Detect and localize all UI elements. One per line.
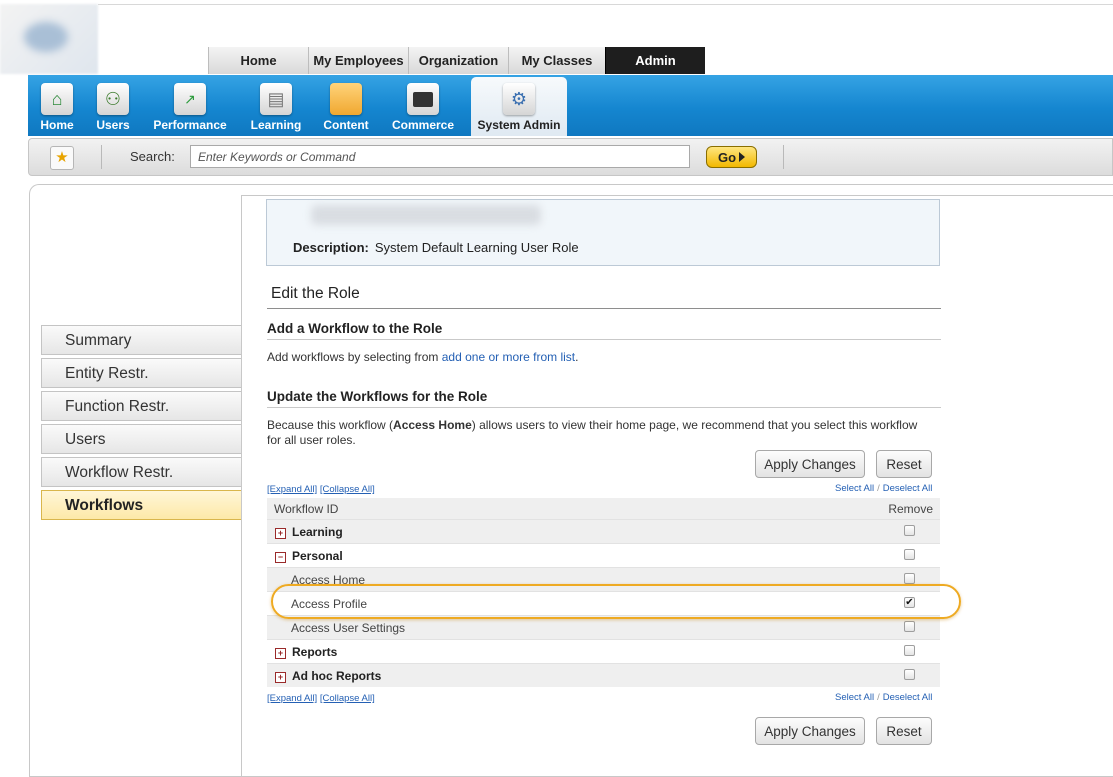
deselect-all-link[interactable]: Deselect All: [883, 483, 933, 494]
top-tabs: Home My Employees Organization My Classe…: [208, 47, 705, 74]
module-users[interactable]: ⚇ Users: [92, 75, 134, 136]
tab-my-employees[interactable]: My Employees: [308, 47, 408, 74]
remove-checkbox[interactable]: [904, 621, 915, 632]
performance-chart-icon: ↗: [174, 83, 206, 115]
select-all-link[interactable]: Select All: [835, 483, 874, 494]
search-input[interactable]: [190, 145, 690, 168]
apply-changes-button-top[interactable]: Apply Changes: [755, 450, 865, 478]
role-info-box: Description: System Default Learning User…: [266, 199, 940, 266]
module-home[interactable]: ⌂ Home: [36, 75, 78, 136]
collapse-all-link[interactable]: [Collapse All]: [320, 693, 375, 704]
add-workflow-heading: Add a Workflow to the Role: [267, 321, 443, 336]
recommendation-note: Because this workflow (Access Home) allo…: [267, 418, 918, 447]
remove-checkbox[interactable]: [904, 669, 915, 680]
sidebar-item-summary[interactable]: Summary: [41, 325, 241, 355]
highlight-annotation: [271, 584, 961, 619]
collapse-minus-icon[interactable]: −: [275, 552, 286, 563]
expand-plus-icon[interactable]: +: [275, 528, 286, 539]
module-commerce[interactable]: Commerce: [388, 75, 458, 136]
apply-changes-button-bottom[interactable]: Apply Changes: [755, 717, 865, 745]
company-logo: [0, 4, 98, 74]
select-links-top: Select All / Deselect All: [835, 483, 933, 494]
remove-checkbox[interactable]: [904, 645, 915, 656]
remove-checkbox[interactable]: [904, 525, 915, 536]
reset-button-bottom[interactable]: Reset: [876, 717, 932, 745]
tab-my-classes[interactable]: My Classes: [508, 47, 605, 74]
sidebar-item-users[interactable]: Users: [41, 424, 241, 454]
table-row: + Ad hoc Reports: [267, 663, 940, 687]
add-from-list-link[interactable]: add one or more from list: [442, 350, 575, 364]
module-system-admin[interactable]: ⚙ System Admin: [471, 77, 567, 136]
sidebar-item-workflows[interactable]: Workflows: [41, 490, 269, 520]
folder-icon: [330, 83, 362, 115]
module-performance[interactable]: ↗ Performance: [150, 75, 230, 136]
sidebar-item-entity-restr[interactable]: Entity Restr.: [41, 358, 241, 388]
col-remove: Remove: [888, 502, 933, 516]
document-icon: ▤: [260, 83, 292, 115]
table-row: + Reports: [267, 639, 940, 663]
module-icon-bar: ⌂ Home ⚇ Users ↗ Performance ▤ Learning …: [28, 75, 1113, 136]
remove-checkbox[interactable]: [904, 573, 915, 584]
add-workflow-text: Add workflows by selecting from add one …: [267, 350, 579, 364]
select-all-link[interactable]: Select All: [835, 692, 874, 703]
module-learning[interactable]: ▤ Learning: [247, 75, 305, 136]
collapse-all-link[interactable]: [Collapse All]: [320, 484, 375, 495]
expand-plus-icon[interactable]: +: [275, 648, 286, 659]
table-row: + Learning: [267, 519, 940, 543]
search-toolbar: ★ Search: Go: [28, 138, 1113, 176]
table-header: Workflow ID Remove: [267, 498, 940, 519]
expand-all-link[interactable]: [Expand All]: [267, 693, 317, 704]
system-admin-icon: ⚙: [503, 83, 535, 115]
remove-checkbox[interactable]: [904, 549, 915, 560]
home-icon: ⌂: [41, 83, 73, 115]
tab-organization[interactable]: Organization: [408, 47, 508, 74]
module-content[interactable]: Content: [320, 75, 372, 136]
role-sidebar: Summary Entity Restr. Function Restr. Us…: [41, 325, 269, 523]
expand-all-link[interactable]: [Expand All]: [267, 484, 317, 495]
favorite-star-icon[interactable]: ★: [50, 146, 74, 170]
table-row: − Personal: [267, 543, 940, 567]
redacted-role-name: [311, 205, 541, 225]
tab-admin[interactable]: Admin: [605, 47, 705, 74]
tab-home[interactable]: Home: [208, 47, 308, 74]
update-workflows-heading: Update the Workflows for the Role: [267, 389, 488, 404]
go-button[interactable]: Go: [706, 146, 757, 168]
briefcase-icon: [407, 83, 439, 115]
sidebar-item-function-restr[interactable]: Function Restr.: [41, 391, 241, 421]
expand-collapse-links-top: [Expand All] [Collapse All]: [267, 484, 375, 495]
sidebar-item-workflow-restr[interactable]: Workflow Restr.: [41, 457, 241, 487]
expand-collapse-links-bottom: [Expand All] [Collapse All]: [267, 693, 375, 704]
col-workflow-id: Workflow ID: [274, 502, 339, 516]
play-arrow-icon: [739, 152, 746, 162]
users-icon: ⚇: [97, 83, 129, 115]
role-description: Description: System Default Learning User…: [293, 240, 579, 255]
page-title: Edit the Role: [271, 285, 360, 302]
search-label: Search:: [130, 149, 175, 164]
expand-plus-icon[interactable]: +: [275, 672, 286, 683]
reset-button-top[interactable]: Reset: [876, 450, 932, 478]
deselect-all-link[interactable]: Deselect All: [883, 692, 933, 703]
select-links-bottom: Select All / Deselect All: [835, 692, 933, 703]
